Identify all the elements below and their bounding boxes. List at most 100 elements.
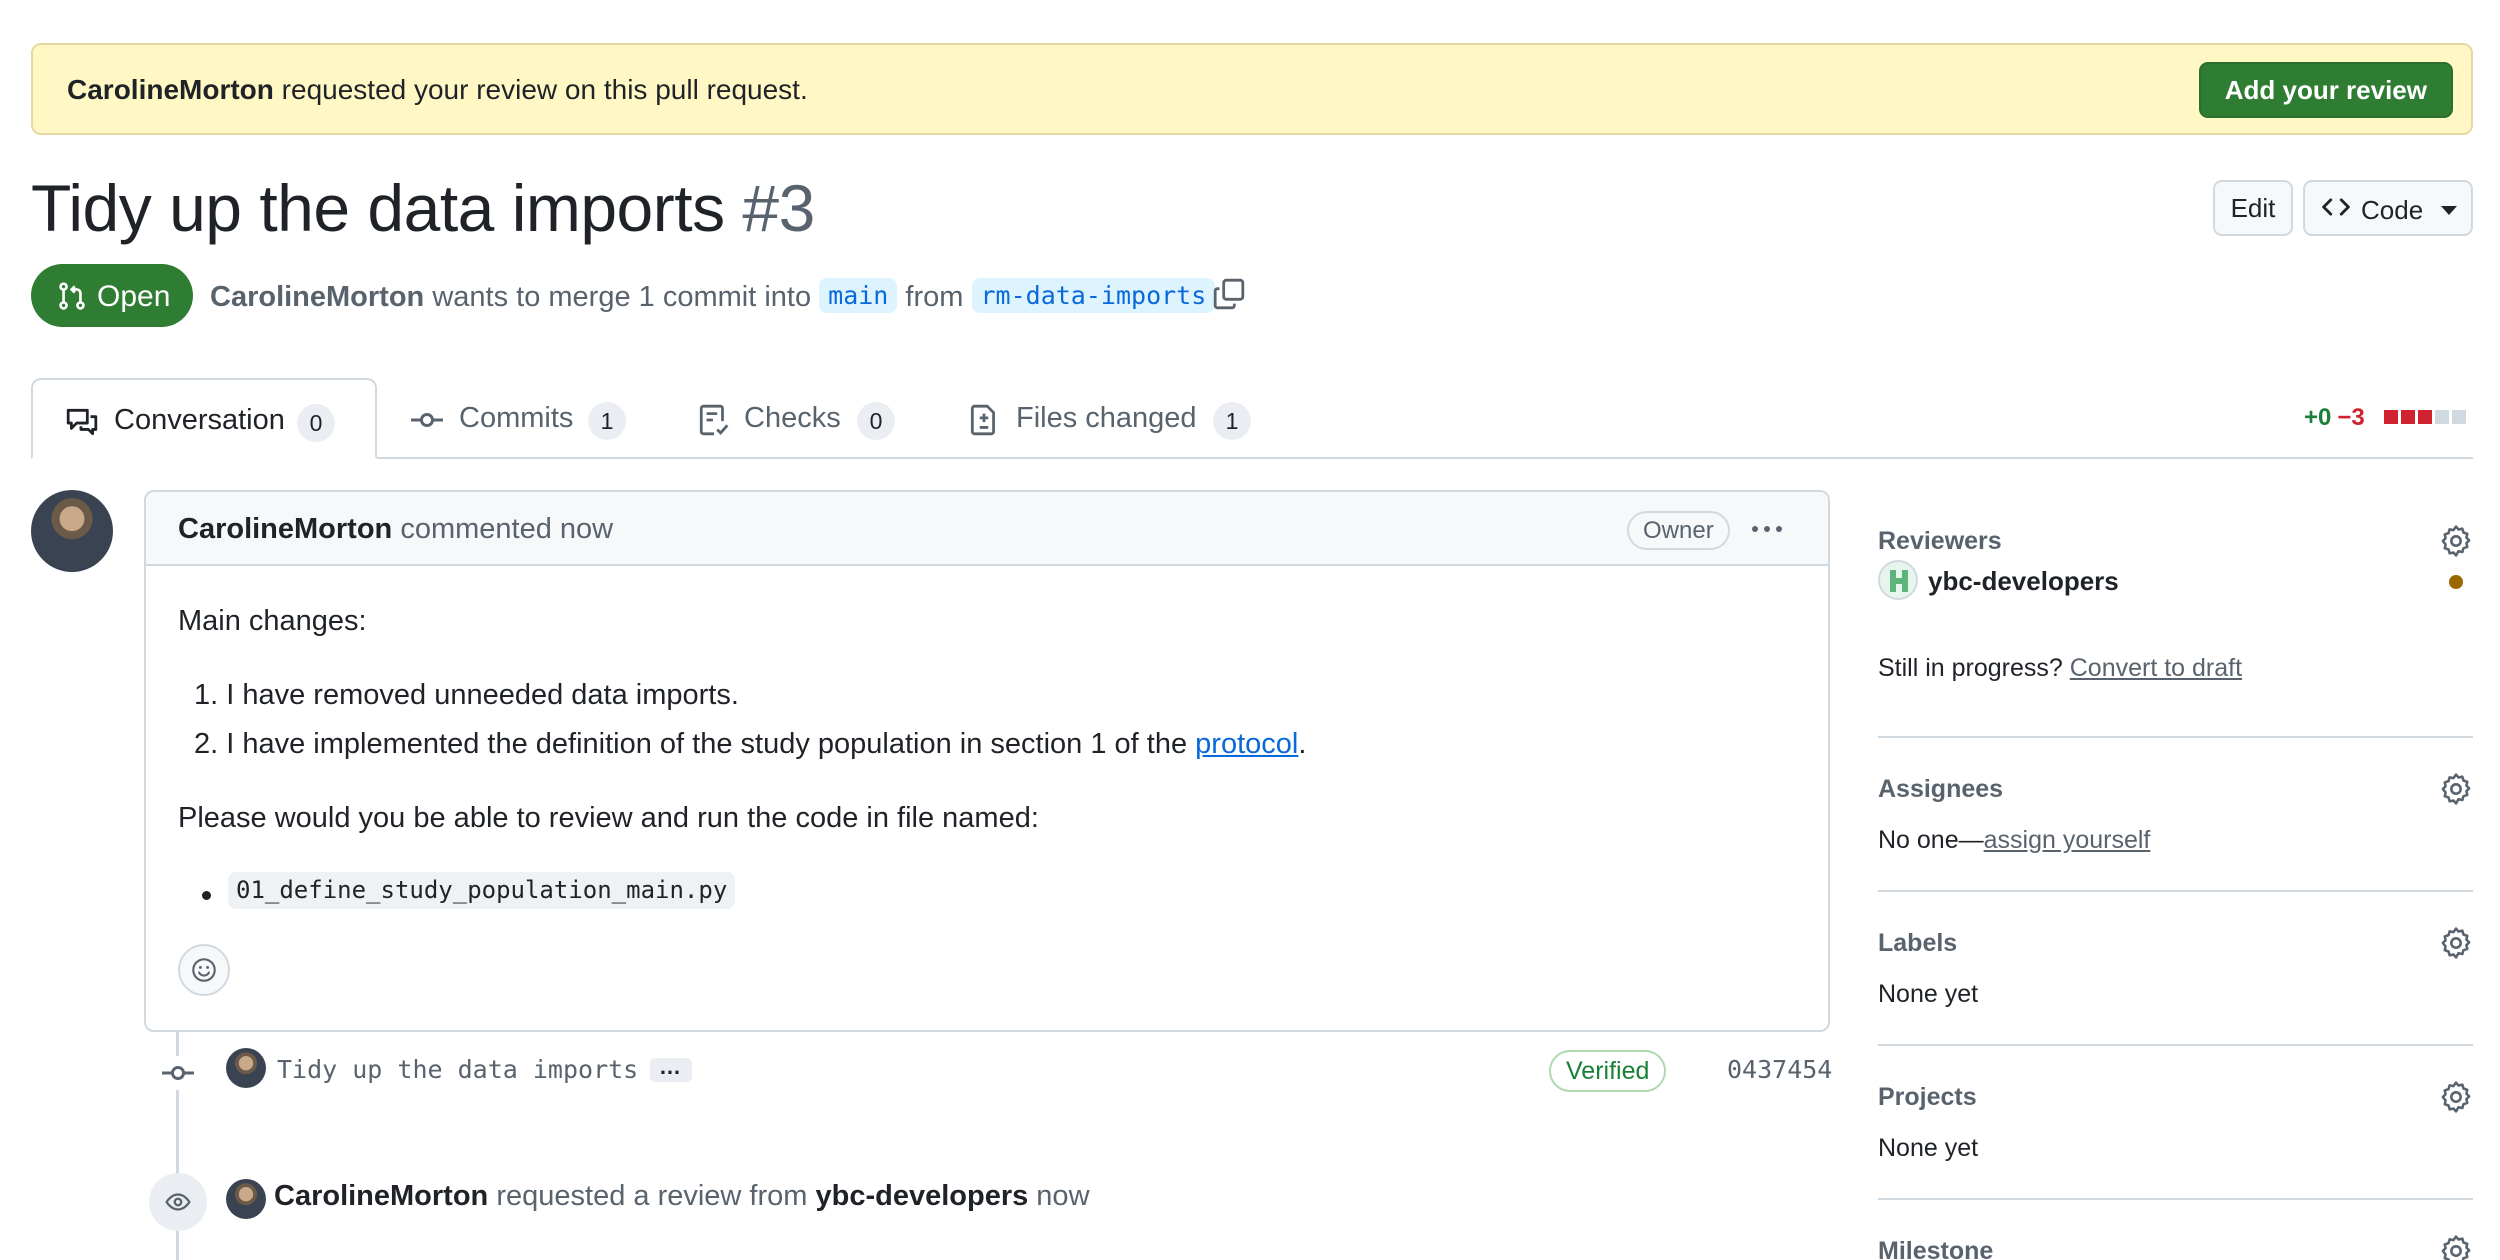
owner-badge: Owner bbox=[1627, 511, 1730, 550]
git-pull-request-icon bbox=[59, 282, 85, 310]
comment-intro: Main changes: bbox=[178, 605, 367, 637]
tab-label: Conversation bbox=[114, 404, 285, 436]
diff-block bbox=[2418, 410, 2432, 424]
tab-label: Files changed bbox=[1016, 402, 1197, 434]
commit-icon bbox=[161, 1056, 195, 1090]
add-review-button[interactable]: Add your review bbox=[2198, 62, 2453, 118]
team-logo-icon bbox=[1890, 570, 1908, 592]
tab-counter: 1 bbox=[588, 402, 626, 440]
kebab-horizontal-icon[interactable] bbox=[1750, 516, 1784, 542]
gear-icon[interactable] bbox=[2439, 1080, 2473, 1114]
review-request-event: CarolineMorton requested a review from y… bbox=[274, 1180, 1090, 1212]
gear-icon[interactable] bbox=[2439, 1234, 2473, 1260]
pr-author-link[interactable]: CarolineMorton bbox=[210, 281, 424, 313]
diffstat-blocks bbox=[2384, 410, 2469, 429]
event-author-link[interactable]: CarolineMorton bbox=[274, 1180, 488, 1212]
projects-value: None yet bbox=[1878, 1134, 1979, 1162]
bullet bbox=[202, 891, 211, 900]
comment-header: CarolineMorton commented now Owner bbox=[146, 492, 1828, 566]
team-avatar[interactable] bbox=[1878, 560, 1918, 600]
code-button-label: Code bbox=[2361, 195, 2424, 225]
review-requested-badge bbox=[149, 1173, 207, 1231]
status-badge: Open bbox=[31, 264, 193, 327]
event-timestamp[interactable]: now bbox=[1028, 1180, 1089, 1212]
tab-checks[interactable]: Checks 0 bbox=[697, 378, 927, 459]
protocol-link[interactable]: protocol bbox=[1195, 728, 1298, 760]
assignees-value: No one—assign yourself bbox=[1878, 826, 2151, 854]
sidebar-divider bbox=[1878, 1044, 2473, 1046]
review-request-banner: CarolineMorton requested your review on … bbox=[31, 43, 2473, 135]
additions-count: +0 bbox=[2304, 404, 2332, 431]
tab-conversation[interactable]: Conversation 0 bbox=[31, 378, 377, 459]
copy-icon[interactable] bbox=[1212, 277, 1246, 311]
sidebar-milestone: Milestone bbox=[1878, 1234, 2473, 1260]
gear-icon[interactable] bbox=[2439, 524, 2473, 558]
diff-block bbox=[2384, 410, 2398, 424]
add-reaction-button[interactable] bbox=[178, 944, 230, 996]
smiley-icon bbox=[192, 958, 216, 982]
edit-button[interactable]: Edit bbox=[2213, 180, 2293, 236]
pending-review-dot bbox=[2449, 575, 2463, 589]
comment-request: Please would you be able to review and r… bbox=[178, 802, 1039, 834]
merge-info: CarolineMorton wants to merge 1 commit i… bbox=[210, 278, 1216, 314]
sidebar-divider bbox=[1878, 1198, 2473, 1200]
diff-block bbox=[2452, 410, 2466, 424]
commit-sha-link[interactable]: 0437454 bbox=[1727, 1055, 1832, 1084]
page-title: Tidy up the data imports #3 bbox=[31, 171, 815, 245]
avatar[interactable] bbox=[226, 1048, 266, 1088]
comment-timestamp[interactable]: commented now bbox=[392, 513, 613, 545]
labels-heading[interactable]: Labels bbox=[1878, 929, 1957, 958]
verified-badge[interactable]: Verified bbox=[1549, 1050, 1667, 1092]
diff-block bbox=[2435, 410, 2449, 424]
eye-icon bbox=[165, 1193, 191, 1211]
avatar[interactable] bbox=[31, 490, 113, 572]
tab-commits[interactable]: Commits 1 bbox=[410, 378, 640, 459]
head-branch[interactable]: rm-data-imports bbox=[971, 278, 1216, 313]
code-icon bbox=[2322, 198, 2350, 216]
list-item: 2. I have implemented the definition of … bbox=[194, 728, 1307, 760]
gear-icon[interactable] bbox=[2439, 772, 2473, 806]
labels-value: None yet bbox=[1878, 980, 1979, 1008]
comment-meta: CarolineMorton commented now bbox=[178, 513, 613, 546]
banner-message: CarolineMorton requested your review on … bbox=[67, 74, 808, 105]
sidebar-labels: Labels None yet bbox=[1878, 926, 2473, 1008]
assign-yourself-link[interactable]: assign yourself bbox=[1984, 826, 2151, 854]
tab-counter: 0 bbox=[857, 402, 895, 440]
tab-label: Checks bbox=[744, 402, 841, 434]
commit-message-link[interactable]: Tidy up the data imports bbox=[277, 1055, 638, 1084]
reviewer-team-link[interactable]: ybc-developers bbox=[1928, 566, 2119, 597]
projects-heading[interactable]: Projects bbox=[1878, 1083, 1977, 1112]
convert-to-draft-link[interactable]: Convert to draft bbox=[2070, 654, 2242, 682]
comment-author-link[interactable]: CarolineMorton bbox=[178, 513, 392, 545]
checklist-icon bbox=[699, 404, 729, 436]
diffstat[interactable]: +0 −3 bbox=[2304, 404, 2365, 432]
file-diff-icon bbox=[970, 404, 995, 436]
chevron-down-icon bbox=[2441, 206, 2457, 215]
tab-files-changed[interactable]: Files changed 1 bbox=[967, 378, 1267, 459]
banner-author[interactable]: CarolineMorton bbox=[67, 74, 274, 105]
reviewers-heading[interactable]: Reviewers bbox=[1878, 527, 2002, 556]
assignees-heading[interactable]: Assignees bbox=[1878, 775, 2003, 804]
draft-prompt: Still in progress? Convert to draft bbox=[1878, 654, 2243, 682]
code-button[interactable]: Code bbox=[2303, 180, 2473, 236]
sidebar-projects: Projects None yet bbox=[1878, 1080, 2473, 1162]
comment-discussion-icon bbox=[66, 408, 98, 436]
sidebar-divider bbox=[1878, 736, 2473, 738]
filename-code: 01_define_study_population_main.py bbox=[228, 872, 736, 909]
comment-box: CarolineMorton commented now Owner Main … bbox=[144, 490, 1830, 1032]
expand-commit-button[interactable]: … bbox=[650, 1054, 692, 1082]
sidebar-assignees: Assignees No one—assign yourself bbox=[1878, 772, 2473, 854]
tab-label: Commits bbox=[459, 402, 574, 434]
tab-counter: 1 bbox=[1213, 402, 1251, 440]
event-team-link[interactable]: ybc-developers bbox=[815, 1180, 1028, 1212]
diff-block bbox=[2401, 410, 2415, 424]
sidebar-divider bbox=[1878, 890, 2473, 892]
gear-icon[interactable] bbox=[2439, 926, 2473, 960]
base-branch[interactable]: main bbox=[819, 278, 898, 313]
pr-number: #3 bbox=[742, 171, 815, 245]
milestone-heading[interactable]: Milestone bbox=[1878, 1237, 1993, 1260]
tab-counter: 0 bbox=[297, 404, 335, 442]
deletions-count: −3 bbox=[2337, 404, 2365, 431]
commit-icon bbox=[411, 412, 443, 428]
avatar[interactable] bbox=[226, 1179, 266, 1219]
